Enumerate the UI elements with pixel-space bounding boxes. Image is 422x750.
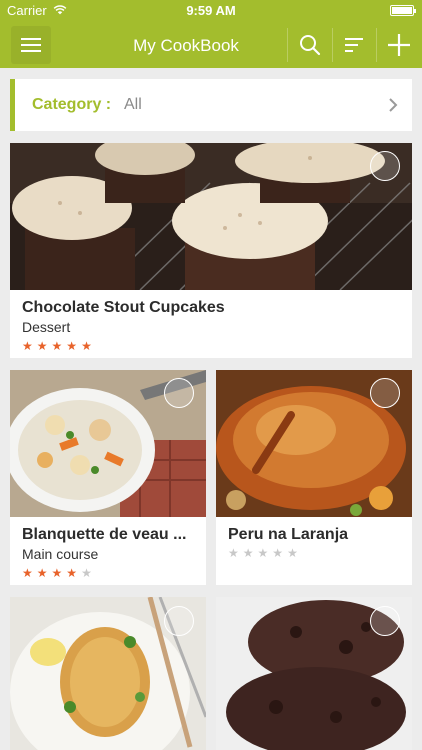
star-icon: ★ — [22, 566, 37, 580]
category-label: Category : — [32, 96, 112, 113]
search-icon[interactable] — [297, 32, 323, 58]
recipe-name: Blanquette de veau ... — [22, 526, 187, 543]
recipe-photo — [216, 597, 412, 750]
nav-bar: My CookBook — [0, 22, 422, 68]
clock: 9:59 AM — [186, 3, 236, 18]
star-icon: ★ — [51, 566, 67, 580]
select-toggle[interactable] — [370, 606, 400, 636]
star-icon: ★ — [22, 339, 37, 353]
recipe-name: Chocolate Stout Cupcakes — [22, 299, 225, 316]
recipe-card[interactable] — [216, 597, 412, 750]
recipe-card[interactable]: Chocolate Stout Cupcakes Dessert ★★★★★ — [10, 143, 412, 358]
star-icon: ★ — [66, 566, 82, 580]
star-icon: ★ — [51, 339, 67, 353]
recipe-photo — [10, 143, 412, 290]
recipe-card[interactable]: Peru na Laranja ★★★★★ — [216, 370, 412, 585]
select-toggle[interactable] — [370, 378, 400, 408]
rating-stars: ★★★★★ — [22, 339, 96, 353]
menu-icon-bar — [21, 44, 41, 46]
rating-stars: ★★★★★ — [22, 566, 96, 580]
star-icon: ★ — [81, 339, 96, 353]
sort-icon[interactable] — [342, 32, 368, 58]
select-toggle[interactable] — [164, 378, 194, 408]
recipe-category: Dessert — [22, 319, 71, 335]
recipe-name: Peru na Laranja — [228, 526, 349, 543]
star-icon: ★ — [66, 339, 82, 353]
select-toggle[interactable] — [164, 606, 194, 636]
category-value: All — [124, 96, 142, 113]
select-toggle[interactable] — [370, 151, 400, 181]
category-filter[interactable]: Category : All — [10, 79, 412, 131]
star-icon: ★ — [257, 546, 273, 560]
star-icon: ★ — [228, 546, 243, 560]
menu-button[interactable] — [11, 26, 51, 64]
star-icon: ★ — [81, 566, 96, 580]
star-icon: ★ — [287, 546, 302, 560]
page-title: My CookBook — [133, 36, 239, 55]
star-icon: ★ — [36, 566, 52, 580]
recipe-photo — [10, 597, 206, 750]
menu-icon-bar — [21, 50, 41, 52]
recipe-category: Main course — [22, 546, 99, 562]
star-icon: ★ — [242, 546, 258, 560]
divider — [287, 28, 288, 62]
battery-icon — [390, 5, 416, 16]
star-icon: ★ — [272, 546, 288, 560]
top-bar: Carrier 9:59 AM My CookBook — [0, 0, 422, 68]
recipe-photo — [216, 370, 412, 517]
menu-icon — [21, 38, 41, 40]
recipe-card[interactable]: Blanquette de veau ... Main course ★★★★★ — [10, 370, 206, 585]
divider — [376, 28, 377, 62]
chevron-right-icon — [389, 98, 398, 112]
recipe-card[interactable] — [10, 597, 206, 750]
recipe-photo — [10, 370, 206, 517]
plus-icon[interactable] — [386, 32, 412, 58]
divider — [332, 28, 333, 62]
status-bar: Carrier 9:59 AM — [0, 0, 422, 22]
rating-stars: ★★★★★ — [228, 546, 302, 560]
star-icon: ★ — [36, 339, 52, 353]
